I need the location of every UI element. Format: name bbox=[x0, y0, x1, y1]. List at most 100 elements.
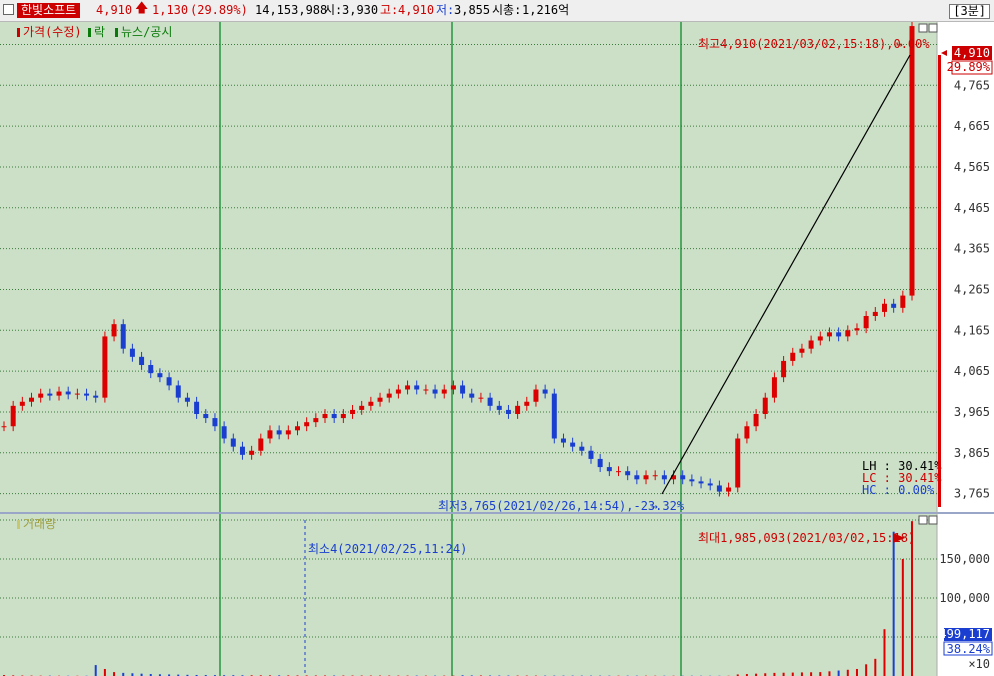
candle-body[interactable] bbox=[707, 483, 713, 486]
candle-body[interactable] bbox=[872, 311, 878, 316]
candle-body[interactable] bbox=[744, 426, 750, 439]
candle-body[interactable] bbox=[221, 426, 227, 439]
price-panel-maximize-icon[interactable] bbox=[918, 23, 928, 33]
candle-body[interactable] bbox=[753, 414, 759, 427]
volume-bar[interactable] bbox=[800, 672, 803, 676]
volume-bar[interactable] bbox=[791, 672, 794, 676]
candle-body[interactable] bbox=[533, 389, 539, 402]
candle-body[interactable] bbox=[652, 475, 658, 477]
volume-bar[interactable] bbox=[819, 672, 822, 676]
candle-body[interactable] bbox=[414, 385, 420, 390]
candle-body[interactable] bbox=[781, 360, 787, 378]
candle-body[interactable] bbox=[808, 340, 814, 349]
candle-body[interactable] bbox=[542, 389, 548, 394]
candle-body[interactable] bbox=[368, 401, 374, 406]
candle-body[interactable] bbox=[900, 295, 906, 308]
candle-body[interactable] bbox=[340, 414, 346, 419]
volume-bar[interactable] bbox=[892, 531, 895, 676]
candle-body[interactable] bbox=[359, 405, 365, 410]
candle-body[interactable] bbox=[10, 405, 16, 427]
volume-bar[interactable] bbox=[103, 668, 106, 676]
candle-body[interactable] bbox=[625, 471, 631, 476]
candle-body[interactable] bbox=[230, 438, 236, 447]
candle-body[interactable] bbox=[65, 391, 71, 395]
candle-body[interactable] bbox=[570, 442, 576, 447]
candle-body[interactable] bbox=[194, 401, 200, 414]
candle-body[interactable] bbox=[258, 438, 264, 451]
candle-body[interactable] bbox=[478, 397, 484, 399]
candle-body[interactable] bbox=[515, 405, 521, 414]
candle-body[interactable] bbox=[597, 458, 603, 468]
volume-legend[interactable]: 거래량 bbox=[23, 517, 56, 531]
candle-body[interactable] bbox=[689, 479, 695, 482]
volume-bar[interactable] bbox=[828, 671, 831, 676]
candle-body[interactable] bbox=[19, 401, 25, 406]
candle-body[interactable] bbox=[496, 405, 502, 410]
volume-bar[interactable] bbox=[874, 658, 877, 676]
candle-body[interactable] bbox=[634, 475, 640, 480]
stock-name[interactable]: 한빛소프트 bbox=[17, 3, 81, 18]
candle-body[interactable] bbox=[56, 391, 62, 396]
candle-body[interactable] bbox=[551, 393, 557, 439]
candle-body[interactable] bbox=[469, 393, 475, 398]
volume-bar[interactable] bbox=[837, 670, 840, 676]
candle-body[interactable] bbox=[102, 336, 108, 398]
candle-body[interactable] bbox=[863, 316, 869, 329]
low-annotation[interactable]: 최저3,765(2021/02/26,14:54),-23.32% bbox=[438, 499, 685, 513]
candle-body[interactable] bbox=[84, 393, 90, 396]
candle-body[interactable] bbox=[120, 324, 126, 349]
candle-body[interactable] bbox=[643, 475, 649, 480]
volume-bar[interactable] bbox=[865, 664, 868, 676]
volume-panel-maximize-icon[interactable] bbox=[918, 515, 928, 525]
stock-chart[interactable]: 가격(수정) 락 뉴스/공시 최고4,910(2021/03/02,15:18)… bbox=[0, 22, 994, 676]
candle-body[interactable] bbox=[148, 365, 154, 374]
candle-body[interactable] bbox=[276, 430, 282, 435]
volume-bar[interactable] bbox=[855, 668, 858, 676]
candle-body[interactable] bbox=[386, 393, 392, 398]
candle-body[interactable] bbox=[790, 352, 796, 361]
price-panel-bg[interactable] bbox=[0, 22, 937, 512]
candle-body[interactable] bbox=[588, 450, 594, 459]
candle-body[interactable] bbox=[826, 332, 832, 337]
candle-body[interactable] bbox=[377, 397, 383, 402]
candle-body[interactable] bbox=[38, 393, 44, 398]
candle-body[interactable] bbox=[450, 385, 456, 390]
candle-body[interactable] bbox=[47, 393, 53, 396]
candle-body[interactable] bbox=[350, 409, 356, 414]
select-checkbox[interactable] bbox=[3, 4, 14, 15]
volume-panel-close-icon[interactable] bbox=[928, 515, 938, 525]
candle-body[interactable] bbox=[524, 401, 530, 406]
candle-body[interactable] bbox=[579, 446, 585, 451]
candle-body[interactable] bbox=[1, 426, 7, 428]
candle-body[interactable] bbox=[184, 397, 190, 402]
candle-body[interactable] bbox=[606, 467, 612, 472]
candle-body[interactable] bbox=[891, 303, 897, 308]
candle-body[interactable] bbox=[74, 393, 80, 395]
candle-body[interactable] bbox=[249, 450, 255, 455]
candle-body[interactable] bbox=[239, 446, 245, 455]
candle-body[interactable] bbox=[698, 481, 704, 484]
candle-body[interactable] bbox=[304, 422, 310, 427]
legend-news[interactable]: 뉴스/공시 bbox=[121, 25, 172, 39]
candle-body[interactable] bbox=[432, 389, 438, 394]
candle-body[interactable] bbox=[294, 426, 300, 431]
candle-body[interactable] bbox=[616, 471, 622, 473]
legend-ex[interactable]: 락 bbox=[94, 25, 105, 39]
candle-body[interactable] bbox=[909, 26, 915, 296]
candle-body[interactable] bbox=[157, 373, 163, 378]
candle-body[interactable] bbox=[881, 303, 887, 312]
candle-body[interactable] bbox=[680, 475, 686, 480]
candle-body[interactable] bbox=[331, 414, 337, 419]
candle-body[interactable] bbox=[405, 385, 411, 390]
candle-body[interactable] bbox=[175, 385, 181, 398]
candle-body[interactable] bbox=[166, 377, 172, 386]
volume-max-annotation[interactable]: 최대1,985,093(2021/03/02,15:18) bbox=[698, 531, 915, 545]
candle-body[interactable] bbox=[285, 430, 291, 435]
candle-body[interactable] bbox=[111, 324, 117, 337]
candle-body[interactable] bbox=[726, 487, 732, 492]
candle-body[interactable] bbox=[395, 389, 401, 394]
candle-body[interactable] bbox=[93, 395, 99, 398]
candle-body[interactable] bbox=[661, 475, 667, 480]
candle-body[interactable] bbox=[267, 430, 273, 439]
candle-body[interactable] bbox=[441, 389, 447, 394]
